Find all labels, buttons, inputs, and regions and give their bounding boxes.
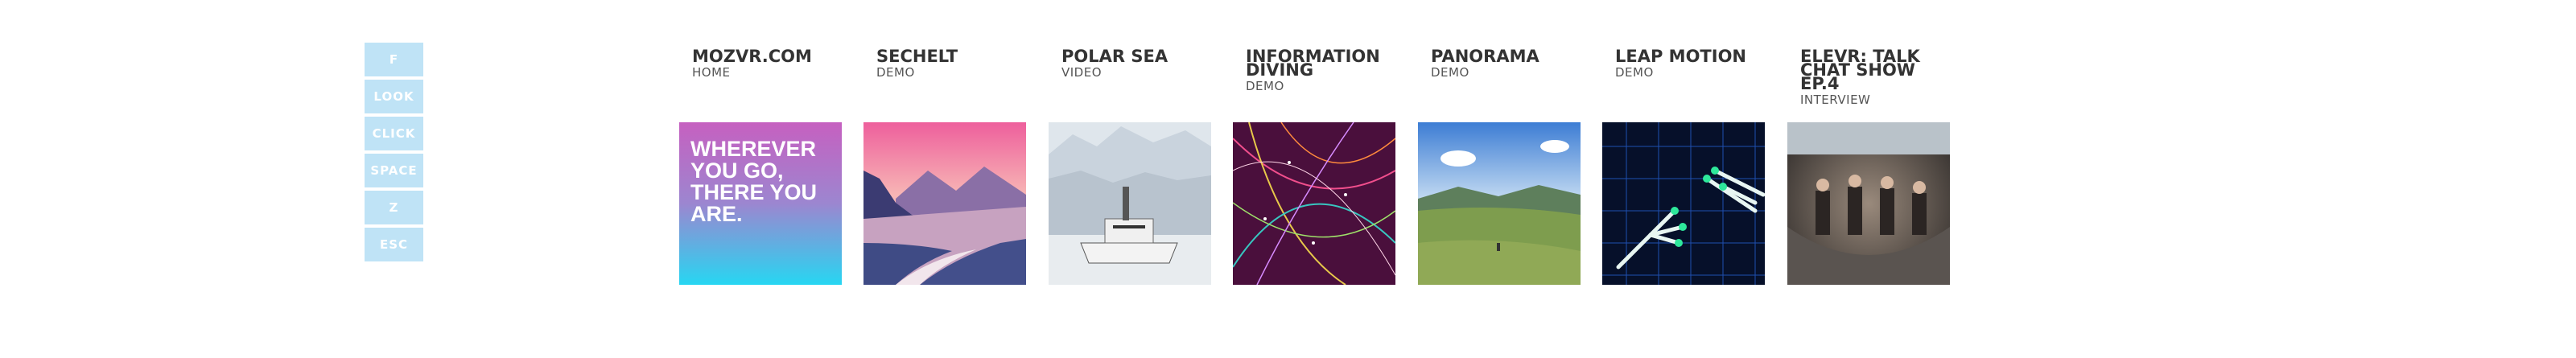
tile-information-diving[interactable]: INFORMATION DIVING DEMO (1233, 47, 1395, 94)
tile-subtitle: INTERVIEW (1800, 93, 1871, 107)
data-lines-image (1233, 122, 1395, 285)
tile-thumb-text: WHEREVER YOU GO, THERE YOU ARE. (690, 137, 818, 226)
key-f[interactable]: F (365, 43, 423, 76)
key-space[interactable]: SPACE (365, 154, 423, 187)
tile-title: PANORAMA (1431, 47, 1539, 66)
thumbnail-information-diving[interactable] (1233, 122, 1395, 285)
tile-subtitle: DEMO (876, 65, 915, 80)
tile-title: SECHELT (876, 47, 958, 66)
tile-subtitle: HOME (692, 65, 731, 80)
tile-polar-sea[interactable]: POLAR SEA VIDEO (1049, 47, 1211, 80)
landscape-photo (1418, 122, 1581, 285)
tile-title: INFORMATION DIVING (1246, 47, 1380, 80)
tile-elevr[interactable]: ELEVR: TALK CHAT SHOW EP.4 INTERVIEW (1787, 47, 1950, 108)
panorama-people-photo (1787, 122, 1950, 285)
ship-photo (1049, 122, 1211, 285)
thumbnail-mozvr[interactable]: WHEREVER YOU GO, THERE YOU ARE. (679, 122, 842, 285)
tile-subtitle: DEMO (1615, 65, 1654, 80)
key-click[interactable]: CLICK (365, 117, 423, 150)
thumbnail-polar-sea[interactable] (1049, 122, 1211, 285)
tile-sechelt[interactable]: SECHELT DEMO (863, 47, 1026, 80)
thumbnail-panorama[interactable] (1418, 122, 1581, 285)
tile-panorama[interactable]: PANORAMA DEMO (1418, 47, 1581, 80)
tile-title: POLAR SEA (1061, 47, 1168, 66)
key-esc[interactable]: ESC (365, 228, 423, 261)
tile-subtitle: DEMO (1246, 79, 1284, 93)
tile-subtitle: DEMO (1431, 65, 1469, 80)
tile-title: MOZVR.COM (692, 47, 812, 66)
key-look[interactable]: LOOK (365, 80, 423, 113)
tile-subtitle: VIDEO (1061, 65, 1103, 80)
tile-title: ELEVR: TALK CHAT SHOW EP.4 (1800, 47, 1920, 93)
tile-mozvr[interactable]: MOZVR.COM HOME (679, 47, 842, 80)
tile-title: LEAP MOTION (1615, 47, 1746, 66)
thumbnail-leap-motion[interactable] (1602, 122, 1765, 285)
tile-leap-motion[interactable]: LEAP MOTION DEMO (1602, 47, 1765, 80)
key-z[interactable]: Z (365, 191, 423, 224)
thumbnail-elevr[interactable] (1787, 122, 1950, 285)
hands-grid-image (1602, 122, 1765, 285)
landscape-illustration (863, 122, 1026, 285)
keyboard-shortcuts-panel: F LOOK CLICK SPACE Z ESC (365, 43, 423, 265)
thumbnail-sechelt[interactable] (863, 122, 1026, 285)
